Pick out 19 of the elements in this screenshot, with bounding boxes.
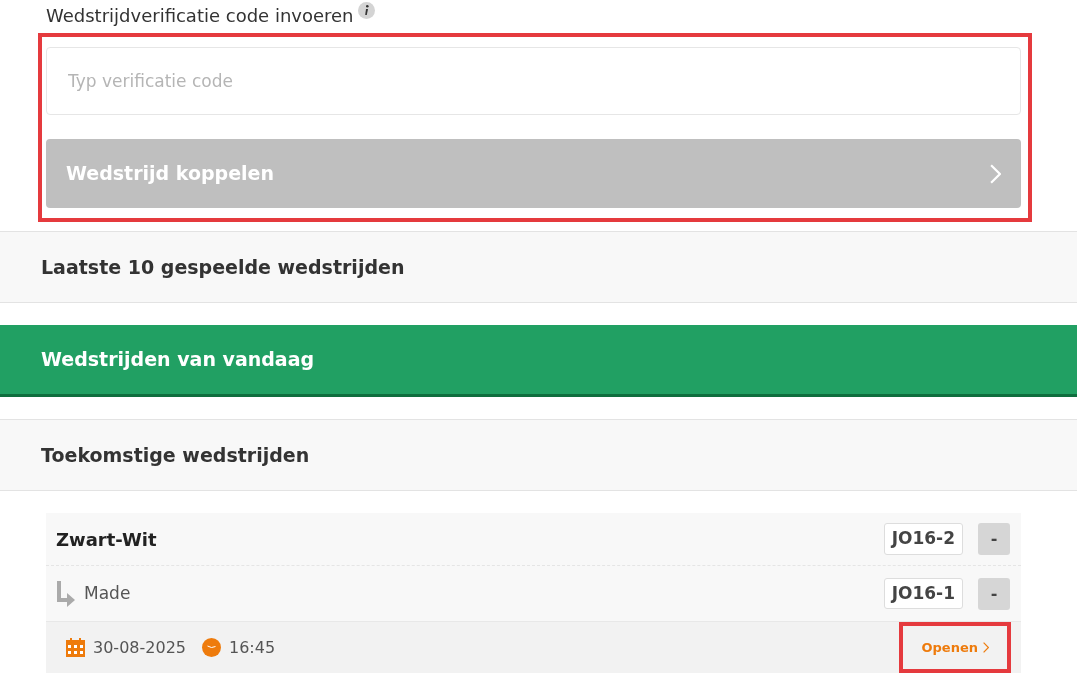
score: - [978, 577, 1010, 610]
match-date: 30-08-2025 [93, 636, 186, 659]
section-header[interactable]: Laatste 10 gespeelde wedstrijden [0, 231, 1077, 303]
open-link[interactable]: Openen [899, 621, 1011, 674]
match-time: 16:45 [229, 636, 276, 659]
calendar-icon [66, 638, 85, 657]
chevron-icon [990, 163, 1001, 184]
team-category: JO16-2 [883, 523, 963, 555]
info-icon[interactable] [357, 2, 375, 19]
score: - [978, 523, 1010, 555]
team-name: Zwart-Wit [56, 527, 158, 552]
chevron-icon [983, 642, 989, 653]
team-name: Made [84, 581, 132, 605]
section-header[interactable]: Wedstrijden van vandaag [0, 325, 1077, 397]
section-header[interactable]: Toekomstige wedstrijden [0, 419, 1077, 491]
reply-arrow-icon [56, 580, 75, 607]
team-category: JO16-1 [883, 577, 963, 610]
field-label: Wedstrijdverificatie code invoeren [46, 4, 354, 28]
clock-icon [202, 638, 221, 657]
